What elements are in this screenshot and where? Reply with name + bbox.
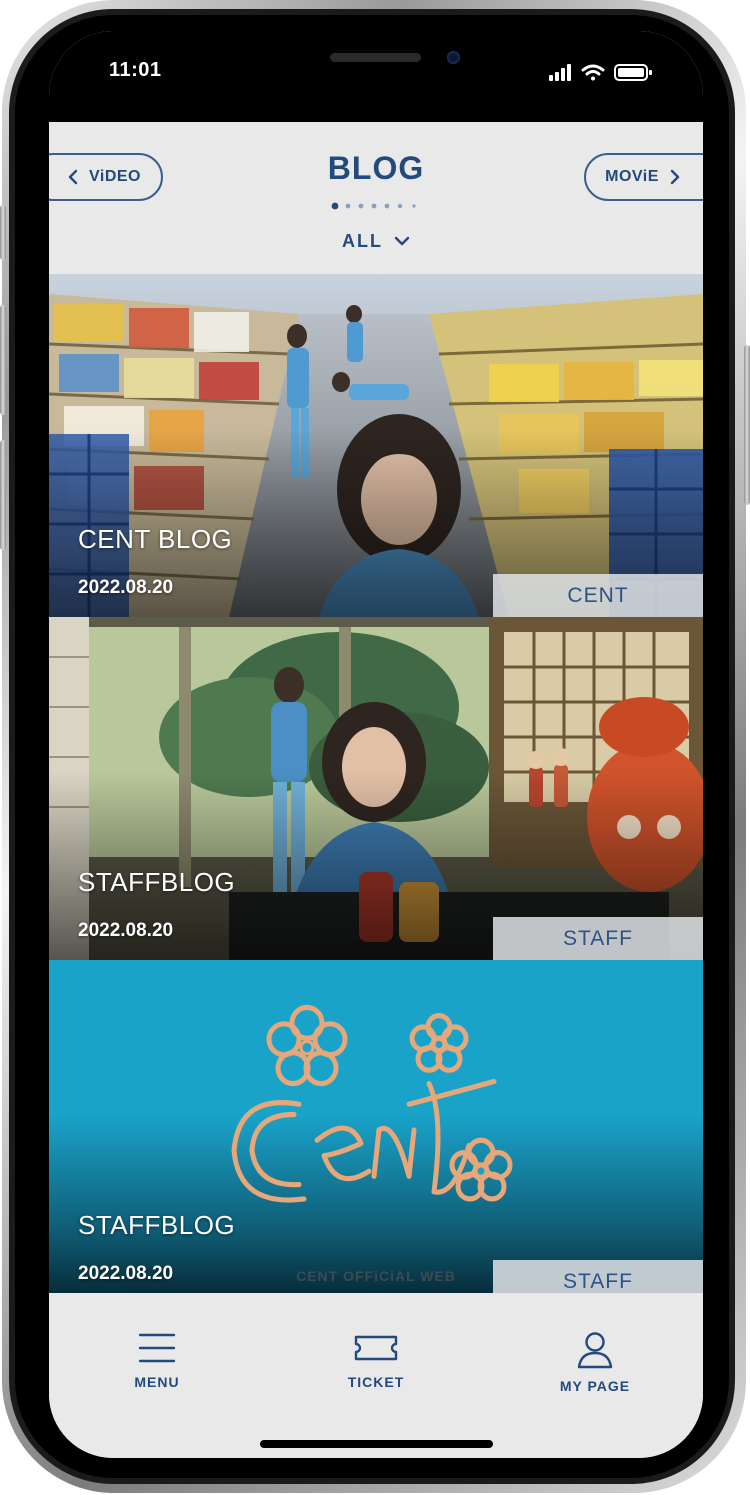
post-category-tag[interactable]: STAFF: [493, 917, 703, 960]
signal-icon: [549, 64, 571, 81]
status-icons: [549, 64, 652, 81]
post-category-tag[interactable]: CENT: [493, 574, 703, 617]
status-time: 11:01: [109, 59, 162, 81]
page-indicator: [331, 202, 416, 210]
blog-post-card[interactable]: CENT BLOG 2022.08.20 CENT: [49, 274, 703, 617]
blog-post-card[interactable]: STAFFBLOG 2022.08.20 STAFF: [49, 617, 703, 960]
chevron-down-icon: [394, 237, 410, 246]
status-bar: 11:01: [49, 31, 703, 122]
hamburger-menu-icon: [138, 1333, 176, 1363]
tab-menu[interactable]: MENU: [77, 1331, 237, 1390]
post-photo: [49, 274, 703, 617]
next-section-label: MOViE: [605, 168, 659, 185]
post-date: 2022.08.20: [78, 577, 174, 598]
next-section-button[interactable]: MOViE: [584, 153, 703, 201]
post-date: 2022.08.20: [78, 1263, 174, 1284]
filter-label: ALL: [341, 230, 383, 251]
post-category-tag[interactable]: STAFF: [493, 1260, 703, 1293]
wifi-icon: [581, 64, 605, 81]
ticket-icon: [354, 1335, 398, 1361]
volume-down-button: [0, 440, 6, 550]
tab-my-page[interactable]: MY PAGE: [515, 1331, 675, 1394]
post-title: STAFFBLOG: [78, 1210, 236, 1240]
post-date: 2022.08.20: [78, 920, 174, 941]
screen: 11:01 ViDEO BLOG MOViE ALL CENT BLOG 202…: [49, 31, 703, 1458]
tab-menu-label: MENU: [134, 1374, 180, 1390]
post-image-cent-logo: [49, 960, 703, 1293]
post-photo: [49, 617, 703, 960]
post-title: STAFFBLOG: [78, 867, 236, 897]
power-button: [744, 345, 750, 505]
speaker-grille: [330, 53, 421, 62]
blog-header: ViDEO BLOG MOViE ALL: [49, 122, 703, 274]
tab-my-page-label: MY PAGE: [559, 1378, 631, 1394]
front-camera: [447, 51, 460, 64]
user-icon: [577, 1332, 613, 1369]
category-filter[interactable]: ALL: [49, 230, 703, 252]
post-title: CENT BLOG: [78, 524, 233, 554]
blog-post-card[interactable]: CENT OFFiCiAL WEB STAFFBLOG 2022.08.20 S…: [49, 960, 703, 1293]
bottom-tab-bar: MENU TICKET MY PAGE: [49, 1293, 703, 1458]
chevron-right-icon: [670, 169, 680, 185]
battery-icon: [614, 64, 652, 81]
mute-switch: [0, 205, 6, 260]
tab-ticket[interactable]: TICKET: [296, 1331, 456, 1390]
home-indicator[interactable]: [260, 1440, 493, 1448]
volume-up-button: [0, 305, 6, 415]
tab-ticket-label: TICKET: [347, 1374, 405, 1390]
